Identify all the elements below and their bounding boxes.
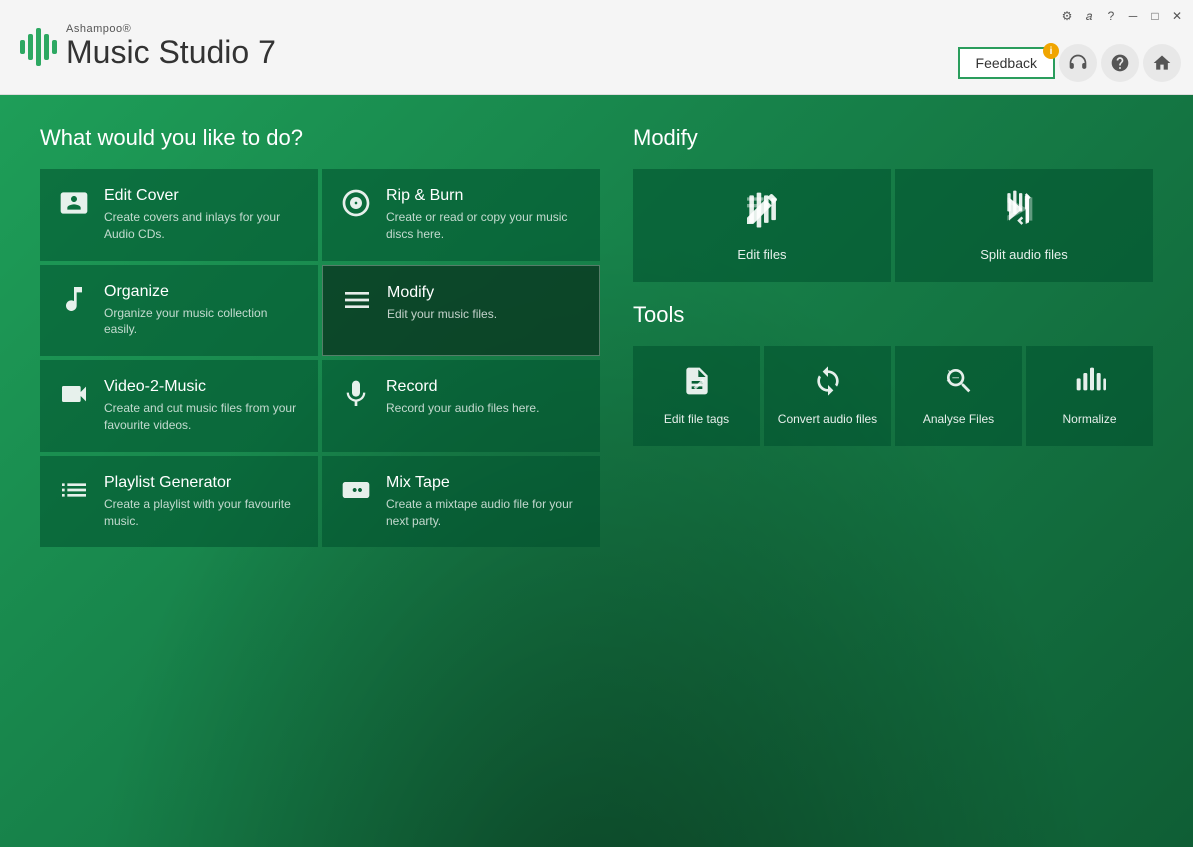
edit-cover-title: Edit Cover bbox=[104, 187, 302, 205]
record-desc: Record your audio files here. bbox=[386, 400, 539, 417]
rip-burn-title: Rip & Burn bbox=[386, 187, 584, 205]
record-icon bbox=[338, 378, 374, 417]
app-logo-icon bbox=[16, 22, 66, 72]
feedback-label: Feedback bbox=[976, 55, 1037, 71]
normalize-label: Normalize bbox=[1062, 412, 1116, 428]
modify-desc: Edit your music files. bbox=[387, 306, 497, 323]
feedback-badge: i bbox=[1043, 43, 1059, 59]
organize-desc: Organize your music collection easily. bbox=[104, 305, 302, 339]
tools-grid: Edit file tags Convert audio files bbox=[633, 346, 1153, 446]
playlist-generator-icon bbox=[56, 474, 92, 513]
split-audio-icon bbox=[1004, 189, 1044, 237]
playlist-generator-title: Playlist Generator bbox=[104, 474, 302, 492]
tool-card-edit-files[interactable]: Edit files bbox=[633, 169, 891, 282]
playlist-generator-text: Playlist Generator Create a playlist wit… bbox=[104, 474, 302, 530]
analyse-files-label: Analyse Files bbox=[923, 412, 994, 428]
menu-card-video-2-music[interactable]: Video-2-Music Create and cut music files… bbox=[40, 360, 318, 452]
app-title: Ashampoo® Music Studio 7 bbox=[66, 23, 276, 70]
help-icon[interactable]: ? bbox=[1103, 8, 1119, 24]
minimize-icon[interactable]: ─ bbox=[1125, 8, 1141, 24]
tool-card-split-audio[interactable]: Split audio files bbox=[895, 169, 1153, 282]
tool-card-convert-audio[interactable]: Convert audio files bbox=[764, 346, 891, 446]
left-section-title: What would you like to do? bbox=[40, 125, 600, 151]
left-section: What would you like to do? Edit Cover Cr… bbox=[40, 125, 600, 547]
window-controls: ⚙ 𝑎 ? ─ □ ✕ bbox=[1059, 8, 1185, 24]
video-2-music-icon bbox=[56, 378, 92, 417]
menu-card-record[interactable]: Record Record your audio files here. bbox=[322, 360, 600, 452]
app-name-large: Music Studio 7 bbox=[66, 35, 276, 70]
edit-files-icon bbox=[742, 189, 782, 237]
rip-burn-desc: Create or read or copy your music discs … bbox=[386, 209, 584, 243]
menu-card-rip-burn[interactable]: Rip & Burn Create or read or copy your m… bbox=[322, 169, 600, 261]
close-icon[interactable]: ✕ bbox=[1169, 8, 1185, 24]
convert-audio-icon bbox=[812, 365, 844, 404]
record-title: Record bbox=[386, 378, 539, 396]
mix-tape-icon bbox=[338, 474, 374, 513]
main-content: What would you like to do? Edit Cover Cr… bbox=[0, 95, 1193, 847]
modify-title: Modify bbox=[387, 284, 497, 302]
home-button[interactable] bbox=[1143, 44, 1181, 82]
question-button[interactable] bbox=[1101, 44, 1139, 82]
analyse-files-icon bbox=[943, 365, 975, 404]
maximize-icon[interactable]: □ bbox=[1147, 8, 1163, 24]
mix-tape-text: Mix Tape Create a mixtape audio file for… bbox=[386, 474, 584, 530]
edit-cover-icon bbox=[56, 187, 92, 226]
modify-grid: Edit files bbox=[633, 169, 1153, 282]
title-bar-actions: Feedback i bbox=[958, 44, 1181, 82]
mix-tape-desc: Create a mixtape audio file for your nex… bbox=[386, 496, 584, 530]
edit-cover-desc: Create covers and inlays for your Audio … bbox=[104, 209, 302, 243]
modify-section-title: Modify bbox=[633, 125, 1153, 151]
organize-text: Organize Organize your music collection … bbox=[104, 283, 302, 339]
menu-card-modify[interactable]: Modify Edit your music files. bbox=[322, 265, 600, 357]
tool-card-edit-file-tags[interactable]: Edit file tags bbox=[633, 346, 760, 446]
feedback-button[interactable]: Feedback i bbox=[958, 47, 1055, 79]
menu-card-mix-tape[interactable]: Mix Tape Create a mixtape audio file for… bbox=[322, 456, 600, 548]
tool-card-analyse-files[interactable]: Analyse Files bbox=[895, 346, 1022, 446]
split-audio-label: Split audio files bbox=[980, 247, 1067, 262]
headset-button[interactable] bbox=[1059, 44, 1097, 82]
playlist-generator-desc: Create a playlist with your favourite mu… bbox=[104, 496, 302, 530]
normalize-icon bbox=[1074, 365, 1106, 404]
convert-audio-label: Convert audio files bbox=[778, 412, 877, 428]
organize-icon bbox=[56, 283, 92, 322]
edit-files-label: Edit files bbox=[737, 247, 786, 262]
edit-cover-text: Edit Cover Create covers and inlays for … bbox=[104, 187, 302, 243]
rip-burn-icon bbox=[338, 187, 374, 226]
tools-section-title: Tools bbox=[633, 302, 1153, 328]
user-icon[interactable]: 𝑎 bbox=[1081, 8, 1097, 24]
menu-grid: Edit Cover Create covers and inlays for … bbox=[40, 169, 600, 547]
menu-card-organize[interactable]: Organize Organize your music collection … bbox=[40, 265, 318, 357]
modify-text: Modify Edit your music files. bbox=[387, 284, 497, 323]
organize-title: Organize bbox=[104, 283, 302, 301]
edit-file-tags-label: Edit file tags bbox=[664, 412, 729, 428]
video-2-music-text: Video-2-Music Create and cut music files… bbox=[104, 378, 302, 434]
settings-icon[interactable]: ⚙ bbox=[1059, 8, 1075, 24]
tool-card-normalize[interactable]: Normalize bbox=[1026, 346, 1153, 446]
video-2-music-desc: Create and cut music files from your fav… bbox=[104, 400, 302, 434]
record-text: Record Record your audio files here. bbox=[386, 378, 539, 417]
menu-card-playlist-generator[interactable]: Playlist Generator Create a playlist wit… bbox=[40, 456, 318, 548]
modify-icon bbox=[339, 284, 375, 323]
edit-file-tags-icon bbox=[681, 365, 713, 404]
menu-card-edit-cover[interactable]: Edit Cover Create covers and inlays for … bbox=[40, 169, 318, 261]
mix-tape-title: Mix Tape bbox=[386, 474, 584, 492]
video-2-music-title: Video-2-Music bbox=[104, 378, 302, 396]
rip-burn-text: Rip & Burn Create or read or copy your m… bbox=[386, 187, 584, 243]
right-section: Modify Edit files bbox=[633, 125, 1153, 446]
title-bar: ⚙ 𝑎 ? ─ □ ✕ Ashampoo® Music Studio 7 Fee… bbox=[0, 0, 1193, 95]
